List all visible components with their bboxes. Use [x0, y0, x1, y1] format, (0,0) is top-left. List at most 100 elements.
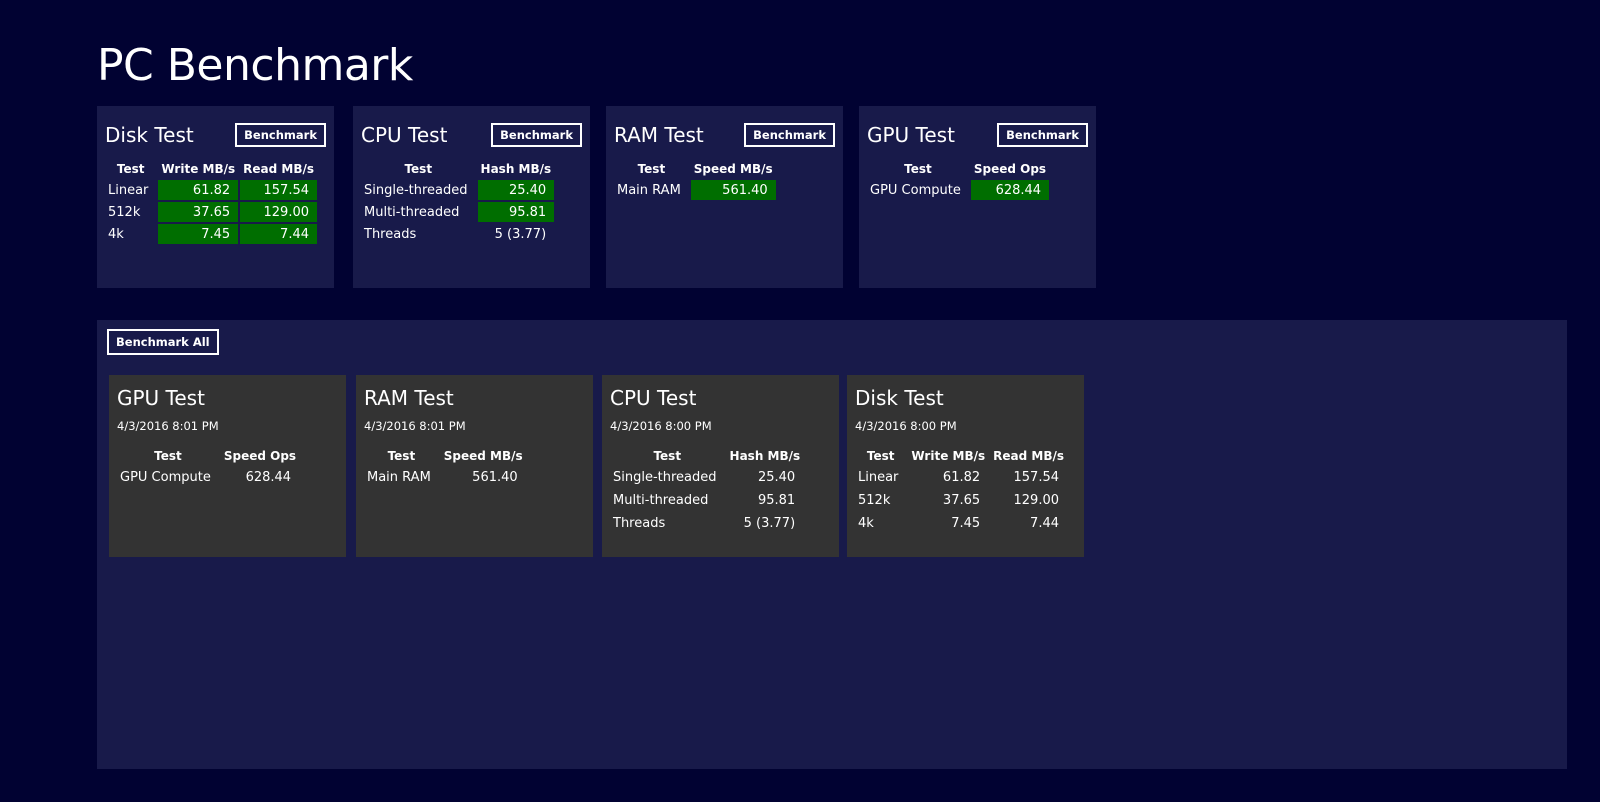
- app-window: PC Benchmark Disk Test Benchmark Test Wr…: [0, 0, 1600, 802]
- write-value: 7.45: [158, 224, 239, 244]
- read-value: 157.54: [1013, 470, 1060, 485]
- threads-value: 5 (3.77): [743, 516, 796, 531]
- disk-results-table: Test Write MB/s Read MB/s Linear 61.82 1…: [103, 158, 319, 246]
- table-row: Multi-threaded 95.81: [361, 202, 555, 222]
- disk-test-tile: Disk Test Benchmark Test Write MB/s Read…: [97, 106, 334, 288]
- column-header: Speed MB/s: [693, 162, 773, 176]
- card-title: CPU Test: [610, 386, 697, 410]
- disk-benchmark-button[interactable]: Benchmark: [235, 123, 326, 147]
- column-header: Hash MB/s: [729, 449, 801, 463]
- cpu-test-tile: CPU Test Benchmark Test Hash MB/s Single…: [353, 106, 590, 288]
- cpu-result-card: CPU Test 4/3/2016 8:00 PM Test Hash MB/s…: [602, 375, 839, 557]
- gpu-benchmark-button[interactable]: Benchmark: [997, 123, 1088, 147]
- card-timestamp: 4/3/2016 8:01 PM: [117, 419, 219, 433]
- table-row: Single-threaded 25.40: [361, 180, 555, 200]
- table-row: 4k 7.45 7.44: [855, 513, 1067, 534]
- column-header: Speed Ops: [973, 162, 1047, 176]
- test-name: 512k: [108, 204, 141, 220]
- test-name: Multi-threaded: [364, 204, 460, 220]
- column-header: Test: [904, 162, 932, 176]
- test-name: Linear: [108, 182, 149, 198]
- table-row: GPU Compute 628.44: [117, 467, 299, 488]
- test-name: 512k: [858, 493, 891, 508]
- ram-benchmark-button[interactable]: Benchmark: [744, 123, 835, 147]
- test-name: Single-threaded: [364, 182, 468, 198]
- table-row: GPU Compute 628.44: [867, 180, 1050, 200]
- table-row: Main RAM 561.40: [364, 467, 526, 488]
- table-row: 512k 37.65 129.00: [855, 490, 1067, 511]
- test-name: Main RAM: [367, 470, 431, 485]
- read-value: 129.00: [1013, 493, 1060, 508]
- write-value: 61.82: [158, 180, 239, 200]
- hash-value: 25.40: [757, 470, 796, 485]
- speed-value: 561.40: [472, 470, 518, 485]
- column-header: Test: [154, 449, 182, 463]
- result-table: Test Speed Ops GPU Compute 628.44: [115, 445, 301, 490]
- ram-test-tile: RAM Test Benchmark Test Speed MB/s Main …: [606, 106, 843, 288]
- table-row: Threads 5 (3.77): [361, 224, 554, 244]
- ram-result-card: RAM Test 4/3/2016 8:01 PM Test Speed MB/…: [356, 375, 593, 557]
- cpu-benchmark-button[interactable]: Benchmark: [491, 123, 582, 147]
- gpu-results-table: Test Speed Ops GPU Compute 628.44: [865, 158, 1051, 202]
- column-header: Write MB/s: [161, 162, 236, 176]
- column-header: Read MB/s: [993, 449, 1064, 463]
- column-header: Test: [653, 449, 682, 463]
- column-header: Test: [866, 449, 895, 463]
- test-name: Multi-threaded: [613, 493, 709, 508]
- card-timestamp: 4/3/2016 8:00 PM: [855, 419, 957, 433]
- read-value: 157.54: [240, 180, 317, 200]
- card-timestamp: 4/3/2016 8:00 PM: [610, 419, 712, 433]
- threads-value: 5 (3.77): [494, 226, 547, 242]
- test-name: Threads: [364, 226, 417, 242]
- result-table: Test Speed MB/s Main RAM 561.40: [362, 445, 528, 490]
- read-value: 7.44: [240, 224, 317, 244]
- read-value: 129.00: [240, 202, 317, 222]
- column-header: Test: [116, 162, 145, 176]
- hash-value: 95.81: [757, 493, 796, 508]
- hash-value: 95.81: [477, 202, 555, 222]
- table-row: Threads 5 (3.77): [610, 513, 803, 534]
- column-header: Test: [637, 162, 666, 176]
- test-name: Single-threaded: [613, 470, 717, 485]
- test-name: Linear: [858, 470, 899, 485]
- card-title: GPU Test: [117, 386, 205, 410]
- table-row: Single-threaded 25.40: [610, 467, 803, 488]
- tile-title: GPU Test: [867, 123, 955, 147]
- write-value: 7.45: [951, 516, 981, 531]
- result-table: Test Write MB/s Read MB/s Linear 61.82 1…: [853, 445, 1069, 536]
- benchmark-all-button[interactable]: Benchmark All: [107, 329, 219, 355]
- write-value: 61.82: [942, 470, 981, 485]
- cpu-results-table: Test Hash MB/s Single-threaded 25.40 Mul…: [359, 158, 556, 246]
- speed-value: 628.44: [970, 180, 1050, 200]
- ram-results-table: Test Speed MB/s Main RAM 561.40: [612, 158, 778, 202]
- test-name: GPU Compute: [870, 182, 961, 198]
- column-header: Speed Ops: [223, 449, 297, 463]
- column-header: Speed MB/s: [443, 449, 523, 463]
- column-header: Test: [387, 449, 416, 463]
- test-name: 4k: [108, 226, 124, 242]
- table-row: Linear 61.82 157.54: [855, 467, 1067, 488]
- gpu-result-card: GPU Test 4/3/2016 8:01 PM Test Speed Ops…: [109, 375, 346, 557]
- column-header: Write MB/s: [911, 449, 986, 463]
- column-header: Read MB/s: [243, 162, 314, 176]
- card-title: RAM Test: [364, 386, 454, 410]
- card-title: Disk Test: [855, 386, 944, 410]
- table-row: Linear 61.82 157.54: [105, 180, 317, 200]
- speed-value: 628.44: [245, 470, 292, 485]
- page-title: PC Benchmark: [97, 40, 413, 91]
- test-name: Main RAM: [617, 182, 681, 198]
- table-row: 512k 37.65 129.00: [105, 202, 317, 222]
- gpu-test-tile: GPU Test Benchmark Test Speed Ops GPU Co…: [859, 106, 1096, 288]
- write-value: 37.65: [158, 202, 239, 222]
- column-header: Test: [404, 162, 433, 176]
- write-value: 37.65: [942, 493, 981, 508]
- table-row: 4k 7.45 7.44: [105, 224, 317, 244]
- table-row: Main RAM 561.40: [614, 180, 776, 200]
- result-table: Test Hash MB/s Single-threaded 25.40 Mul…: [608, 445, 805, 536]
- test-name: Threads: [613, 516, 666, 531]
- test-name: 4k: [858, 516, 874, 531]
- tile-title: CPU Test: [361, 123, 448, 147]
- disk-result-card: Disk Test 4/3/2016 8:00 PM Test Write MB…: [847, 375, 1084, 557]
- test-name: GPU Compute: [120, 470, 211, 485]
- hash-value: 25.40: [477, 180, 555, 200]
